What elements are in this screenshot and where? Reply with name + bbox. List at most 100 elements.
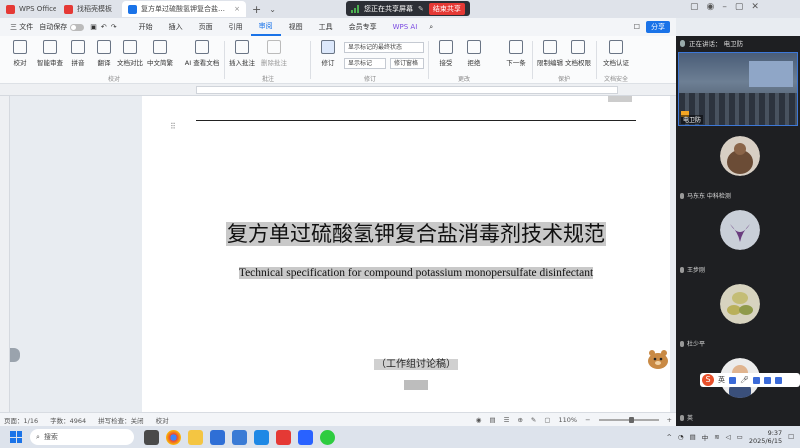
chrome-icon[interactable] — [166, 429, 181, 445]
separator — [532, 41, 533, 79]
network-icon[interactable]: ▤ — [690, 433, 696, 441]
keyboard-icon[interactable] — [752, 376, 760, 384]
reading-mode-icon[interactable]: ▢ — [544, 416, 550, 424]
tray-arrow-icon[interactable]: ^ — [666, 433, 671, 441]
ime-tray-icon[interactable]: 中 — [702, 432, 709, 442]
doc-permission-button[interactable]: 文档权限 — [562, 40, 594, 67]
photos-icon[interactable] — [232, 429, 247, 445]
participant-tile[interactable]: 王步刚 — [676, 206, 800, 278]
shared-video-thumbnail[interactable]: 电卫防 — [678, 52, 798, 126]
toolbox-icon[interactable] — [774, 376, 782, 384]
tray-app-icon[interactable]: ◔ — [678, 433, 684, 441]
markup-display-select[interactable]: 显示标记的最终状态 — [344, 42, 424, 53]
notification-icon[interactable]: ☐ — [788, 433, 794, 441]
mail-icon[interactable] — [254, 429, 269, 445]
menu-view[interactable]: 视图 — [281, 18, 311, 36]
page-count[interactable]: 页面：1/16 — [4, 415, 38, 425]
participant-tile[interactable]: 杜少平 — [676, 280, 800, 352]
horizontal-ruler[interactable] — [0, 84, 676, 96]
share-button[interactable]: 分享 — [646, 21, 670, 33]
maximize-icon[interactable]: ▢ — [735, 2, 744, 12]
ribbon-toolbar: 校对 智能审查 拼音 翻译 文档对比 中文简繁 AI 查看文档 插入批注 删除批… — [0, 36, 676, 84]
avatar-icon[interactable]: ◉ — [707, 2, 715, 12]
close-icon[interactable]: ✕ — [751, 2, 759, 12]
vertical-ruler[interactable] — [0, 96, 10, 412]
undo-icon[interactable]: ↶ — [101, 23, 107, 31]
ime-mic-icon[interactable]: 🎤︎ — [740, 376, 749, 384]
store-icon[interactable] — [210, 429, 225, 445]
taskbar-search[interactable]: ⌕ 搜索 — [30, 429, 134, 445]
wifi-icon[interactable]: ≋ — [714, 433, 719, 441]
show-markup-select[interactable]: 显示标记 — [344, 58, 386, 69]
web-view-icon[interactable]: ⊕ — [517, 416, 522, 424]
wps-ai-button[interactable]: WPS AI — [385, 18, 426, 36]
skin-icon[interactable] — [763, 376, 771, 384]
simplified-traditional-button[interactable]: 中文简繁 — [144, 40, 176, 67]
page-view-icon[interactable]: ▤ — [489, 416, 495, 424]
ime-toolbar[interactable]: S 英 🎤︎ — [700, 373, 800, 387]
pin-icon[interactable]: ▢ — [690, 2, 699, 12]
menu-review[interactable]: 审阅 — [250, 18, 281, 36]
clock[interactable]: 9:37 2025/6/15 — [749, 429, 782, 445]
document-page[interactable]: ⠿ 复方单过硫酸氢钾复合盐消毒剂技术规范 Technical specifica… — [142, 96, 670, 412]
menu-insert[interactable]: 插入 — [161, 18, 191, 36]
pen-icon[interactable]: ✎ — [418, 5, 424, 13]
file-explorer-icon[interactable] — [188, 429, 203, 445]
participant-tile[interactable]: 马东东 中科检测 — [676, 132, 800, 204]
punctuation-icon[interactable] — [729, 376, 736, 384]
close-tab-icon[interactable]: × — [234, 5, 240, 13]
mic-icon — [680, 414, 684, 421]
revision-pane-select[interactable]: 修订窗格 — [390, 58, 424, 69]
drag-handle-icon[interactable]: ⠿ — [170, 122, 176, 131]
track-changes-button[interactable]: 修订 — [312, 40, 344, 67]
next-change-button[interactable]: 下一条 — [500, 40, 532, 67]
tab-document[interactable]: 复方单过硫酸氢钾复合盐消毒剂 × — [122, 1, 246, 17]
proofread-button[interactable]: 校对 — [4, 40, 36, 67]
wechat-icon[interactable] — [320, 429, 335, 445]
task-view-icon[interactable] — [144, 429, 159, 445]
volume-icon[interactable]: ◁ — [726, 433, 731, 441]
assistant-mascot-icon[interactable] — [646, 348, 670, 370]
search-icon[interactable]: ⌕ — [429, 23, 433, 32]
wps-icon[interactable] — [276, 429, 291, 445]
battery-icon[interactable]: ▭ — [737, 433, 743, 441]
new-tab-button[interactable]: + — [248, 3, 265, 16]
stop-share-button[interactable]: 结束共享 — [428, 2, 465, 15]
minimize-icon[interactable]: – — [722, 2, 727, 12]
tab-template[interactable]: 找稻壳模板 — [58, 1, 120, 17]
doc-certification-button[interactable]: 文档认证 — [598, 40, 634, 67]
participant-tile[interactable]: 英 — [676, 354, 800, 426]
windows-start-icon[interactable] — [10, 431, 22, 443]
meeting-app-icon[interactable] — [298, 429, 313, 445]
menu-references[interactable]: 引用 — [221, 18, 251, 36]
tab-dropdown-icon[interactable]: ⌄ — [265, 5, 280, 14]
menu-tools[interactable]: 工具 — [311, 18, 341, 36]
compare-button[interactable]: 文档对比 — [114, 40, 146, 67]
side-collapse-handle[interactable] — [10, 348, 20, 362]
file-menu[interactable]: 三 文件 — [4, 22, 39, 32]
ime-mode-label[interactable]: 英 — [718, 375, 725, 385]
zoom-out-icon[interactable]: − — [585, 416, 590, 424]
reject-button[interactable]: 拒绝 — [458, 40, 490, 67]
menu-home[interactable]: 开始 — [131, 18, 161, 36]
proofing-status[interactable]: 校对 — [156, 415, 169, 425]
word-count[interactable]: 字数：4964 — [50, 415, 86, 425]
menu-member[interactable]: 会员专享 — [341, 18, 385, 36]
redo-icon[interactable]: ↷ — [111, 23, 117, 31]
delete-comment-button[interactable]: 删除批注 — [258, 40, 290, 67]
eye-icon[interactable]: ◉ — [476, 416, 482, 424]
zoom-level[interactable]: 110% — [559, 416, 578, 424]
menu-page[interactable]: 页面 — [191, 18, 221, 36]
autosave-toggle[interactable] — [70, 23, 85, 31]
insert-comment-button[interactable]: 插入批注 — [226, 40, 258, 67]
zoom-slider[interactable] — [598, 417, 659, 423]
ai-view-button[interactable]: AI 查看文档 — [182, 40, 222, 67]
spellcheck-status[interactable]: 拼写检查：关闭 — [98, 415, 144, 425]
outline-view-icon[interactable]: ☰ — [504, 416, 510, 424]
pen-mode-icon[interactable]: ✎ — [531, 416, 536, 424]
sogou-ime-icon[interactable]: S — [702, 374, 714, 386]
zoom-in-icon[interactable]: + — [667, 416, 672, 424]
save-icon[interactable]: ▣ — [90, 23, 97, 31]
comment-icon[interactable]: ☐ — [634, 23, 640, 31]
tab-wps-office[interactable]: WPS Office — [0, 1, 56, 17]
